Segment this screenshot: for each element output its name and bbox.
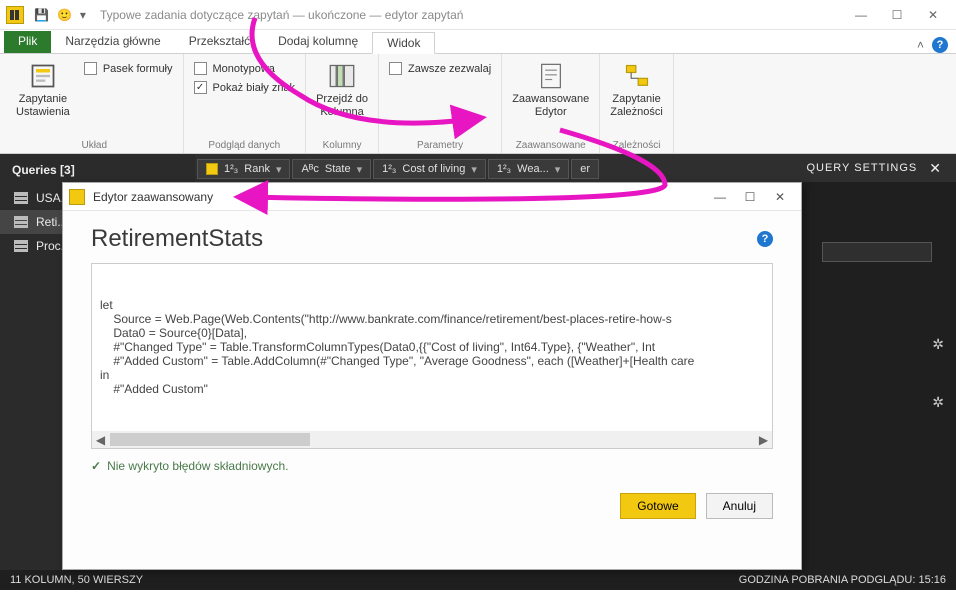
group-label-advanced: Zaawansowane bbox=[516, 140, 586, 151]
advanced-editor-button[interactable]: ZaawansowaneEdytor bbox=[512, 58, 589, 118]
tab-right-controls: ˄ ? bbox=[917, 37, 956, 53]
ribbon: ZapytanieUstawienia Pasek formuły Układ … bbox=[0, 54, 956, 154]
dialog-close-button[interactable]: ✕ bbox=[765, 186, 795, 208]
table-icon bbox=[14, 192, 28, 204]
formula-bar-checkbox[interactable]: Pasek formuły bbox=[84, 62, 173, 75]
done-button[interactable]: Gotowe bbox=[620, 493, 695, 519]
tab-home[interactable]: Narzędzia główne bbox=[51, 31, 174, 53]
syntax-status: Nie wykryto błędów składniowych. bbox=[91, 459, 773, 473]
qat-dropdown-icon[interactable]: ▾ bbox=[80, 8, 86, 22]
advanced-editor-dialog: Edytor zaawansowany — ☐ ✕ RetirementStat… bbox=[62, 182, 802, 570]
status-left: 11 KOLUMN, 50 WIERSZY bbox=[10, 574, 143, 586]
monospace-checkbox[interactable]: Monotypowa bbox=[194, 62, 296, 75]
tab-view[interactable]: Widok bbox=[372, 32, 435, 54]
dialog-heading-row: RetirementStats ? bbox=[91, 225, 773, 253]
window-title: Typowe zadania dotyczące zapytań — ukońc… bbox=[100, 8, 844, 22]
dialog-help-icon[interactable]: ? bbox=[757, 231, 773, 247]
dialog-titlebar[interactable]: Edytor zaawansowany — ☐ ✕ bbox=[63, 183, 801, 211]
window-controls: — ☐ ✕ bbox=[844, 3, 950, 27]
query-settings-header: QUERY SETTINGS ✕ bbox=[792, 154, 956, 182]
table-icon bbox=[14, 240, 28, 252]
name-field[interactable] bbox=[822, 242, 932, 262]
dialog-app-icon bbox=[69, 189, 85, 205]
group-advanced: ZaawansowaneEdytor Zaawansowane bbox=[502, 54, 600, 153]
settings-close-icon[interactable]: ✕ bbox=[929, 160, 942, 177]
tab-file[interactable]: Plik bbox=[4, 31, 51, 53]
group-label-params: Parametry bbox=[417, 140, 463, 151]
emoji-icon[interactable]: 🙂 bbox=[57, 8, 72, 22]
scroll-left-icon[interactable]: ◀ bbox=[92, 431, 109, 448]
collapse-ribbon-icon[interactable]: ˄ bbox=[917, 38, 924, 52]
ribbon-tabs: Plik Narzędzia główne Przekształć Dodaj … bbox=[0, 30, 956, 54]
group-columns: Przejdź doKolumna Kolumny bbox=[306, 54, 379, 153]
dialog-minimize-button[interactable]: — bbox=[705, 186, 735, 208]
save-icon[interactable]: 💾 bbox=[34, 8, 49, 22]
whitespace-checkbox[interactable]: Pokaż biały znak bbox=[194, 81, 296, 94]
dialog-body: RetirementStats ? let Source = Web.Page(… bbox=[63, 211, 801, 569]
query-settings-button[interactable]: ZapytanieUstawienia bbox=[16, 58, 70, 118]
code-scrollbar[interactable]: ◀ ▶ bbox=[92, 431, 772, 448]
group-deps: ZapytanieZależności Zależności bbox=[600, 54, 674, 153]
query-heading: RetirementStats bbox=[91, 225, 263, 253]
goto-column-button[interactable]: Przejdź doKolumna bbox=[316, 58, 368, 118]
cancel-button[interactable]: Anuluj bbox=[706, 493, 773, 519]
group-data-preview: Monotypowa Pokaż biały znak Podgląd dany… bbox=[184, 54, 307, 153]
scroll-thumb[interactable] bbox=[110, 433, 310, 446]
always-allow-checkbox[interactable]: Zawsze zezwalaj bbox=[389, 62, 491, 75]
step-gear-icon[interactable]: ✲ bbox=[932, 394, 944, 411]
dialog-maximize-button[interactable]: ☐ bbox=[735, 186, 765, 208]
column-header-weather[interactable]: 1²₃Wea...▾ bbox=[488, 159, 569, 179]
status-right: GODZINA POBRANIA PODGLĄDU: 15:16 bbox=[739, 574, 946, 586]
dialog-buttons: Gotowe Anuluj bbox=[91, 493, 773, 519]
maximize-button[interactable]: ☐ bbox=[880, 3, 914, 27]
column-header-state[interactable]: AᴮcState▾ bbox=[292, 159, 371, 179]
group-label-layout: Układ bbox=[81, 140, 107, 151]
table-icon bbox=[14, 216, 28, 228]
group-label-preview: Podgląd danych bbox=[208, 140, 280, 151]
help-icon[interactable]: ? bbox=[932, 37, 948, 53]
group-label-deps: Zależności bbox=[613, 140, 661, 151]
scroll-right-icon[interactable]: ▶ bbox=[755, 431, 772, 448]
step-gear-icon[interactable]: ✲ bbox=[932, 336, 944, 353]
close-button[interactable]: ✕ bbox=[916, 3, 950, 27]
code-text[interactable]: let Source = Web.Page(Web.Contents("http… bbox=[100, 298, 764, 396]
status-bar: 11 KOLUMN, 50 WIERSZY GODZINA POBRANIA P… bbox=[0, 570, 956, 590]
code-editor[interactable]: let Source = Web.Page(Web.Contents("http… bbox=[91, 263, 773, 449]
dialog-title: Edytor zaawansowany bbox=[93, 190, 705, 204]
column-header-trunc[interactable]: er bbox=[571, 159, 599, 179]
minimize-button[interactable]: — bbox=[844, 3, 878, 27]
column-header-rank[interactable]: 1²₃Rank▾ bbox=[197, 159, 290, 179]
group-params: Zawsze zezwalaj Parametry bbox=[379, 54, 502, 153]
app-icon bbox=[6, 6, 24, 24]
column-header-cost[interactable]: 1²₃Cost of living▾ bbox=[373, 159, 486, 179]
tab-add-column[interactable]: Dodaj kolumnę bbox=[264, 31, 372, 53]
title-bar: 💾 🙂 ▾ Typowe zadania dotyczące zapytań —… bbox=[0, 0, 956, 30]
group-label-columns: Kolumny bbox=[323, 140, 362, 151]
tab-transform[interactable]: Przekształć bbox=[175, 31, 264, 53]
group-layout: ZapytanieUstawienia Pasek formuły Układ bbox=[6, 54, 184, 153]
query-deps-button[interactable]: ZapytanieZależności bbox=[610, 58, 663, 118]
